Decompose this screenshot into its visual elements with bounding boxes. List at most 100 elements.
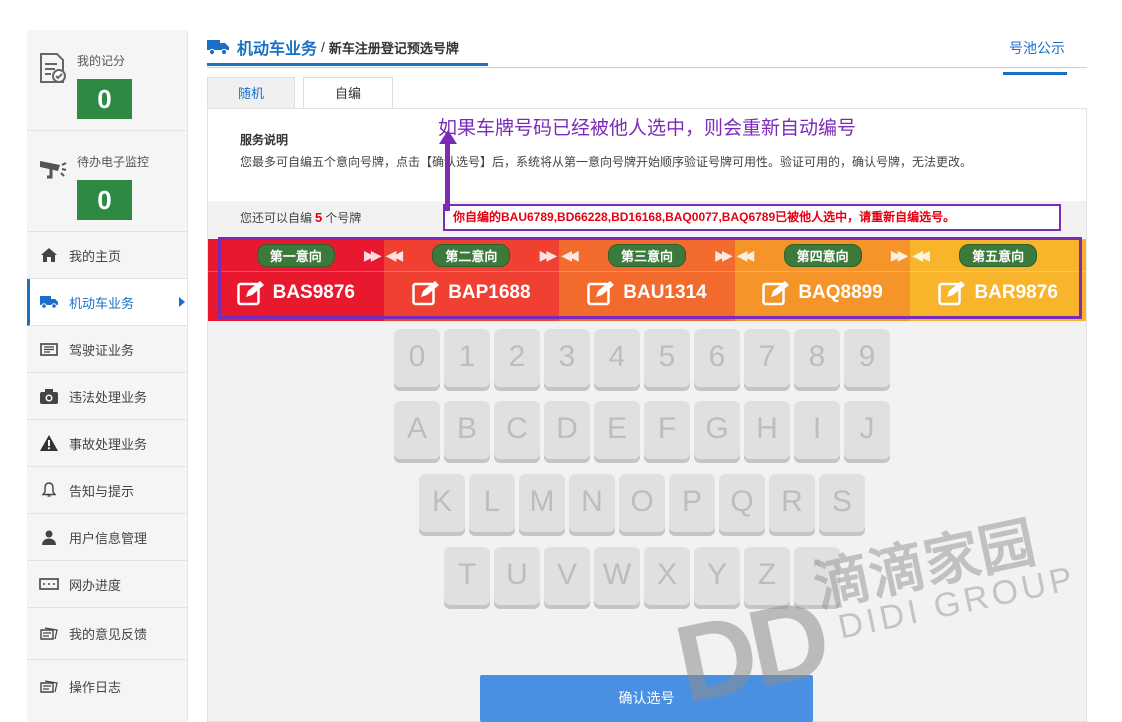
- plate-input-3[interactable]: BAU1314: [559, 271, 735, 313]
- warning-icon: [39, 435, 59, 451]
- sidebar-item-home[interactable]: 我的主页: [27, 232, 187, 279]
- key[interactable]: G: [694, 401, 740, 459]
- key[interactable]: F: [644, 401, 690, 459]
- sidebar-item-label: 我的主页: [69, 248, 122, 264]
- sidebar-item-user[interactable]: 用户信息管理: [27, 514, 187, 561]
- key[interactable]: O: [619, 474, 665, 532]
- content-panel: 服务说明 您最多可自编五个意向号牌，点击【确认选号】后，系统将从第一意向号牌开始…: [207, 108, 1087, 722]
- key[interactable]: X: [644, 547, 690, 605]
- log-icon: [39, 678, 59, 694]
- intention-label: 第一意向: [256, 243, 335, 267]
- key[interactable]: D: [544, 401, 590, 459]
- key[interactable]: 9: [844, 329, 890, 387]
- sidebar-item-label: 事故处理业务: [69, 436, 148, 452]
- key[interactable]: L: [469, 474, 515, 532]
- key[interactable]: I: [794, 401, 840, 459]
- key[interactable]: M: [519, 474, 565, 532]
- remaining-suffix: 个号牌: [325, 211, 362, 225]
- key[interactable]: 3: [544, 329, 590, 387]
- key[interactable]: 6: [694, 329, 740, 387]
- plate-input-4[interactable]: BAQ8899: [734, 271, 911, 313]
- key[interactable]: H: [744, 401, 790, 459]
- key[interactable]: V: [544, 547, 590, 605]
- annotation-arrow-shaft: [445, 137, 450, 211]
- sidebar-item-violation[interactable]: 违法处理业务: [27, 373, 187, 420]
- sidebar-item-vehicle[interactable]: 机动车业务: [27, 279, 187, 326]
- monitor-stat[interactable]: 待办电子监控 0: [27, 131, 187, 232]
- key[interactable]: W: [594, 547, 640, 605]
- tab-custom[interactable]: 自编: [303, 77, 393, 109]
- edit-icon: [762, 280, 790, 305]
- breadcrumb-main[interactable]: 机动车业务: [237, 35, 317, 59]
- key[interactable]: U: [494, 547, 540, 605]
- key[interactable]: 0: [394, 329, 440, 387]
- confirm-selection-button[interactable]: 确认选号: [480, 675, 813, 722]
- license-card-icon: [39, 341, 59, 357]
- key[interactable]: 5: [644, 329, 690, 387]
- bell-icon: [39, 482, 59, 498]
- intention-5: ◀◀ 第五意向 BAR9876: [910, 239, 1086, 321]
- key[interactable]: 2: [494, 329, 540, 387]
- key[interactable]: Z: [744, 547, 790, 605]
- key[interactable]: C: [494, 401, 540, 459]
- sidebar-item-accident[interactable]: 事故处理业务: [27, 420, 187, 467]
- key[interactable]: T: [444, 547, 490, 605]
- error-message: 你自编的BAU6789,BD66228,BD16168,BAQ0077,BAQ6…: [443, 204, 1061, 231]
- sidebar-item-label: 驾驶证业务: [69, 342, 135, 358]
- truck-icon: [207, 40, 229, 55]
- service-text: 您最多可自编五个意向号牌，点击【确认选号】后，系统将从第一意向号牌开始顺序验证号…: [240, 155, 973, 169]
- plate-number: BAQ8899: [798, 281, 883, 303]
- key[interactable]: A: [394, 401, 440, 459]
- key[interactable]: Q: [719, 474, 765, 532]
- sidebar-item-feedback[interactable]: 我的意见反馈: [27, 608, 187, 660]
- key[interactable]: 4: [594, 329, 640, 387]
- key[interactable]: B: [444, 401, 490, 459]
- key[interactable]: 7: [744, 329, 790, 387]
- edit-icon: [236, 280, 264, 305]
- intention-label: 第五意向: [959, 243, 1038, 267]
- intention-header: ◀◀ 第五意向: [910, 239, 1086, 271]
- sidebar-item-label: 我的意见反馈: [69, 627, 148, 642]
- edit-icon: [412, 280, 440, 305]
- plate-input-5[interactable]: BAR9876: [910, 271, 1086, 313]
- chevron-left-icon: ◀◀: [912, 247, 929, 263]
- chevron-left-icon: ◀◀: [561, 247, 578, 263]
- intention-2: ◀◀ 第二意向 ▶▶ BAP1688: [383, 239, 560, 321]
- plate-pool-link[interactable]: 号池公示: [1009, 38, 1065, 58]
- key[interactable]: P: [669, 474, 715, 532]
- sidebar-item-progress[interactable]: 网办进度: [27, 561, 187, 608]
- tab-random[interactable]: 随机: [207, 77, 295, 109]
- feedback-icon: [39, 626, 59, 642]
- intention-3: ◀◀ 第三意向 ▶▶ BAU1314: [559, 239, 735, 321]
- key[interactable]: N: [569, 474, 615, 532]
- pool-underline: [1003, 72, 1067, 75]
- plate-number: BAS9876: [272, 281, 355, 303]
- progress-icon: [39, 576, 59, 592]
- key[interactable]: S: [819, 474, 865, 532]
- remaining-count: 您还可以自编 5 个号牌: [240, 209, 361, 226]
- key[interactable]: K: [419, 474, 465, 532]
- keyboard-row: A B C D E F G H I J: [394, 401, 894, 459]
- title-underline: [207, 63, 488, 66]
- plate-input-2[interactable]: BAP1688: [383, 271, 560, 313]
- intention-header: 第一意向 ▶▶: [208, 239, 384, 271]
- key[interactable]: 8: [794, 329, 840, 387]
- key[interactable]: J: [844, 401, 890, 459]
- plate-number: BAR9876: [974, 281, 1058, 303]
- sidebar-item-notice[interactable]: 告知与提示: [27, 467, 187, 514]
- key[interactable]: Y: [694, 547, 740, 605]
- sidebar-item-log[interactable]: 操作日志: [27, 660, 187, 712]
- monitor-value: 0: [77, 180, 132, 220]
- delete-key[interactable]: x: [794, 547, 840, 605]
- intention-header: ◀◀ 第二意向 ▶▶: [384, 239, 560, 271]
- plate-input-1[interactable]: BAS9876: [208, 271, 384, 313]
- key[interactable]: E: [594, 401, 640, 459]
- stat-label: 待办电子监控: [77, 155, 150, 169]
- key[interactable]: R: [769, 474, 815, 532]
- key[interactable]: 1: [444, 329, 490, 387]
- page-title: 新车注册登记预选号牌: [328, 40, 459, 56]
- score-stat[interactable]: 我的记分 0: [27, 30, 187, 131]
- camera-icon: [39, 388, 59, 404]
- sidebar-item-license[interactable]: 驾驶证业务: [27, 326, 187, 373]
- score-value: 0: [77, 79, 132, 119]
